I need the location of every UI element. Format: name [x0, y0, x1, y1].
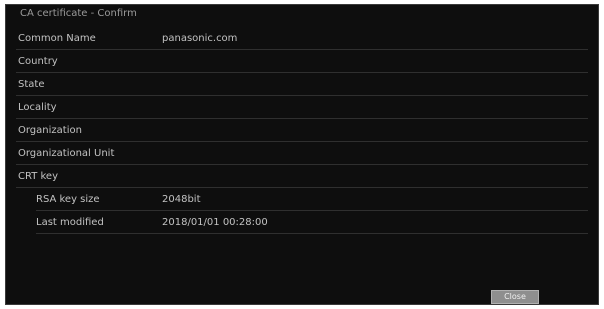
common-name-value: panasonic.com	[162, 33, 238, 44]
crt-key-label: CRT key	[18, 171, 58, 182]
field-row-organization: Organization	[16, 119, 588, 142]
field-row-organizational-unit: Organizational Unit	[16, 142, 588, 165]
organizational-unit-label: Organizational Unit	[18, 148, 115, 159]
field-row-country: Country	[16, 50, 588, 73]
ca-certificate-dialog: CA certificate - Confirm Common Name pan…	[5, 4, 599, 305]
dialog-title: CA certificate - Confirm	[20, 8, 137, 19]
field-row-common-name: Common Name panasonic.com	[16, 27, 588, 50]
rsa-key-size-value: 2048bit	[162, 194, 201, 205]
rsa-key-size-label: RSA key size	[36, 194, 100, 205]
field-row-locality: Locality	[16, 96, 588, 119]
last-modified-value: 2018/01/01 00:28:00	[162, 217, 268, 228]
common-name-label: Common Name	[18, 33, 96, 44]
field-row-state: State	[16, 73, 588, 96]
locality-label: Locality	[18, 102, 57, 113]
organization-label: Organization	[18, 125, 82, 136]
close-button[interactable]: Close	[491, 290, 539, 304]
field-row-crt-key: CRT key	[16, 165, 588, 188]
last-modified-label: Last modified	[36, 217, 104, 228]
field-row-rsa-key-size: RSA key size 2048bit	[36, 188, 588, 211]
field-row-last-modified: Last modified 2018/01/01 00:28:00	[36, 211, 588, 234]
state-label: State	[18, 79, 45, 90]
country-label: Country	[18, 56, 58, 67]
